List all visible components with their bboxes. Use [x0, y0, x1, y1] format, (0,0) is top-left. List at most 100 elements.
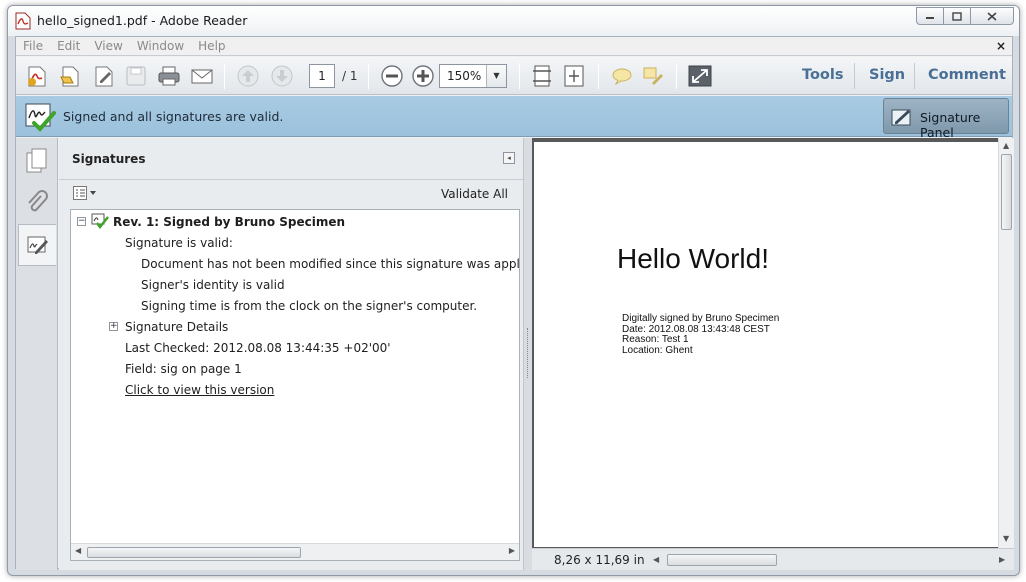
- highlight-text-icon[interactable]: [642, 65, 666, 87]
- app-window: hello_signed1.pdf - Adobe Reader File Ed…: [7, 5, 1020, 576]
- create-pdf-icon[interactable]: [25, 65, 49, 87]
- pdf-page: Hello World! Digitally signed by Bruno S…: [534, 142, 1003, 547]
- close-document-button[interactable]: ×: [996, 39, 1006, 53]
- window-title: hello_signed1.pdf - Adobe Reader: [37, 13, 248, 28]
- menu-view[interactable]: View: [94, 39, 122, 53]
- valid-signature-icon: [91, 213, 109, 229]
- expand-signature-details-toggle[interactable]: +: [109, 322, 118, 331]
- scrollbar-thumb[interactable]: [667, 554, 777, 566]
- page-total: / 1: [342, 69, 358, 83]
- fullscreen-icon[interactable]: [688, 65, 712, 87]
- signature-line-location: Location: Ghent: [622, 344, 693, 356]
- toolbar-separator: [598, 63, 599, 89]
- scroll-down-icon[interactable]: ▼: [1003, 534, 1009, 543]
- signature-status-message: Signed and all signatures are valid.: [63, 109, 284, 124]
- vertical-scrollbar[interactable]: ▲ ▼: [998, 138, 1014, 548]
- signature-status: Signature is valid:: [125, 236, 233, 250]
- navigation-pane: [16, 138, 58, 570]
- toolbar-separator: [676, 63, 677, 89]
- scroll-left-icon[interactable]: ◀: [75, 546, 81, 555]
- page-thumbnails-button[interactable]: [18, 140, 56, 182]
- scroll-right-icon[interactable]: ▶: [999, 555, 1005, 564]
- view-version-link[interactable]: Click to view this version: [125, 383, 274, 397]
- menu-help[interactable]: Help: [198, 39, 225, 53]
- signature-tree: − Rev. 1: Signed by Bruno Specimen Signa…: [70, 209, 520, 561]
- signature-detail-unmodified: Document has not been modified since thi…: [141, 257, 520, 271]
- signature-details-node[interactable]: Signature Details: [125, 320, 228, 334]
- scroll-left-icon[interactable]: ◀: [653, 555, 659, 564]
- page-size-readout: 8,26 x 11,69 in: [554, 553, 645, 567]
- tools-pane-button[interactable]: Tools: [802, 67, 844, 83]
- zoom-value: 150%: [447, 69, 482, 83]
- comment-bubble-icon[interactable]: [610, 65, 634, 87]
- pane-splitter[interactable]: [523, 138, 532, 570]
- signatures-button[interactable]: [18, 224, 56, 266]
- signature-detail-signing-time: Signing time is from the clock on the si…: [141, 299, 478, 313]
- title-bar: hello_signed1.pdf - Adobe Reader: [8, 6, 1019, 36]
- signature-revision-label[interactable]: Rev. 1: Signed by Bruno Specimen: [113, 215, 345, 229]
- collapse-panel-button[interactable]: ◂: [503, 152, 515, 164]
- toolbar-separator: [519, 63, 520, 89]
- minimize-button[interactable]: [916, 7, 944, 25]
- maximize-icon: [952, 11, 962, 21]
- comment-pane-button[interactable]: Comment: [928, 67, 1006, 83]
- signature-valid-icon: [25, 103, 56, 132]
- menu-file[interactable]: File: [23, 39, 43, 53]
- scrollbar-thumb[interactable]: [1001, 154, 1012, 230]
- maximize-button[interactable]: [943, 7, 971, 25]
- save-icon[interactable]: [124, 65, 148, 87]
- edit-document-icon[interactable]: [92, 65, 116, 87]
- paperclip-icon: [28, 190, 48, 212]
- zoom-out-icon[interactable]: [380, 65, 404, 87]
- chevron-down-icon[interactable]: ▼: [486, 65, 506, 87]
- attachments-button[interactable]: [18, 182, 56, 224]
- validate-all-button[interactable]: Validate All: [441, 187, 508, 201]
- signature-panel-label: Signature Panel: [920, 110, 981, 140]
- page-number-input[interactable]: 1: [309, 64, 335, 88]
- collapse-revision-toggle[interactable]: −: [77, 217, 86, 226]
- menu-bar: File Edit View Window Help ×: [16, 37, 1012, 56]
- signature-detail-identity: Signer's identity is valid: [141, 278, 285, 292]
- signatures-panel-header: Signatures ◂: [59, 138, 523, 180]
- pdf-file-icon: [15, 12, 31, 30]
- visible-signature-block[interactable]: Digitally signed by Bruno Specimen Date:…: [622, 313, 780, 356]
- document-view: Hello World! Digitally signed by Bruno S…: [532, 138, 1014, 570]
- toolbar-separator: [854, 63, 855, 89]
- zoom-select[interactable]: 150% ▼: [439, 64, 507, 88]
- last-checked: Last Checked: 2012.08.08 13:44:35 +02'00…: [125, 341, 391, 355]
- app-client: File Edit View Window Help × 1 / 1 150% …: [15, 36, 1014, 570]
- menu-edit[interactable]: Edit: [57, 39, 80, 53]
- fit-width-icon[interactable]: [562, 65, 586, 87]
- menu-window[interactable]: Window: [137, 39, 184, 53]
- signature-panel-button[interactable]: Signature Panel: [883, 98, 1009, 140]
- splitter-grip: [527, 328, 530, 378]
- options-menu-icon[interactable]: [73, 186, 97, 200]
- signature-status-banner: Signed and all signatures are valid. Sig…: [16, 96, 1012, 140]
- page-thumbnails-icon: [26, 148, 47, 173]
- toolbar: 1 / 1 150% ▼ Tools Sign Comment: [16, 57, 1012, 95]
- signature-field: Field: sig on page 1: [125, 362, 242, 376]
- horizontal-scrollbar[interactable]: ◀ ▶: [71, 543, 519, 560]
- scroll-up-icon[interactable]: ▲: [1003, 141, 1009, 150]
- next-page-icon[interactable]: [270, 65, 294, 87]
- scroll-right-icon[interactable]: ▶: [509, 546, 515, 555]
- signatures-panel-title: Signatures: [72, 152, 146, 166]
- print-icon[interactable]: [157, 65, 181, 87]
- minimize-icon: [926, 17, 934, 19]
- close-icon: [987, 11, 997, 21]
- previous-page-icon[interactable]: [236, 65, 260, 87]
- fit-page-icon[interactable]: [530, 65, 554, 87]
- document-heading: Hello World!: [617, 243, 769, 274]
- window-controls: [916, 7, 1014, 25]
- zoom-in-icon[interactable]: [411, 65, 435, 87]
- signature-pen-icon: [27, 236, 48, 254]
- open-file-icon[interactable]: [58, 65, 82, 87]
- sign-pane-button[interactable]: Sign: [869, 67, 905, 83]
- signature-line-signer: Digitally signed by Bruno Specimen: [622, 313, 780, 324]
- email-icon[interactable]: [190, 65, 214, 87]
- signatures-panel: Signatures ◂ Validate All − Rev. 1: Sign…: [59, 138, 523, 570]
- toolbar-separator: [368, 63, 369, 89]
- scrollbar-thumb[interactable]: [87, 547, 301, 558]
- toolbar-separator: [224, 63, 225, 89]
- close-window-button[interactable]: [970, 7, 1014, 25]
